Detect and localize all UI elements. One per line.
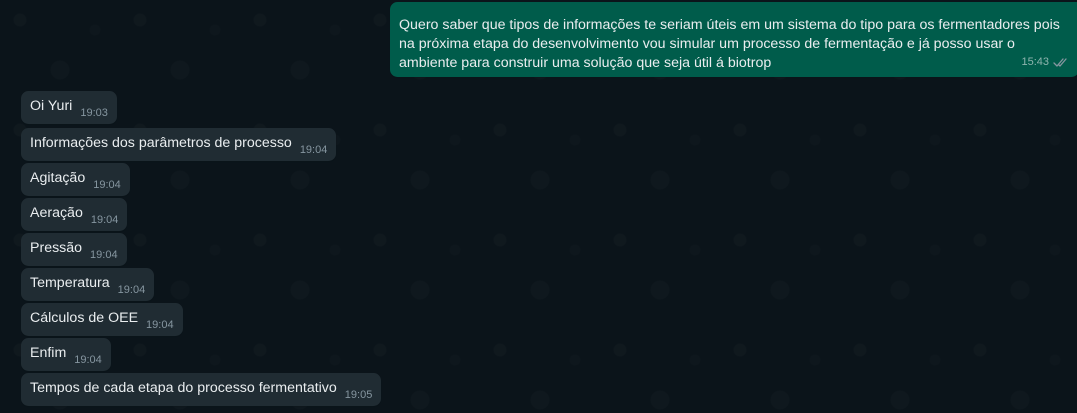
message-time: 19:04 bbox=[90, 249, 118, 261]
incoming-message[interactable]: Aeração 19:04 bbox=[21, 198, 128, 231]
double-check-icon bbox=[1053, 58, 1067, 67]
outgoing-message-time: 15:43 bbox=[1021, 56, 1049, 68]
outgoing-message[interactable]: Quero saber que tipos de informações te … bbox=[390, 2, 1077, 77]
message-time: 19:03 bbox=[80, 107, 108, 119]
incoming-message[interactable]: Oi Yuri 19:03 bbox=[21, 91, 117, 124]
incoming-message[interactable]: Agitação 19:04 bbox=[21, 163, 130, 196]
message-text: Oi Yuri bbox=[30, 98, 73, 114]
message-time: 19:04 bbox=[74, 354, 102, 366]
message-time: 19:04 bbox=[146, 319, 174, 331]
incoming-message[interactable]: Enfim 19:04 bbox=[21, 338, 111, 371]
message-text: Agitação bbox=[30, 170, 86, 186]
message-time: 19:04 bbox=[90, 214, 119, 226]
message-time: 19:04 bbox=[117, 284, 146, 296]
chat-panel: Quero saber que tipos de informações te … bbox=[0, 0, 1077, 413]
message-text: Temperatura bbox=[30, 275, 110, 291]
message-text: Cálculos de OEE bbox=[30, 310, 139, 326]
incoming-message[interactable]: Temperatura 19:04 bbox=[21, 268, 155, 301]
message-text: Tempos de cada etapa do processo ferment… bbox=[30, 380, 337, 396]
incoming-message[interactable]: Pressão 19:04 bbox=[21, 233, 127, 266]
message-text: Pressão bbox=[30, 240, 83, 256]
incoming-message[interactable]: Tempos de cada etapa do processo ferment… bbox=[21, 373, 382, 406]
message-text: Aeração bbox=[30, 205, 83, 221]
message-time: 19:05 bbox=[344, 389, 373, 401]
incoming-message[interactable]: Informações dos parâmetros de processo 1… bbox=[21, 128, 337, 161]
outgoing-message-text: Quero saber que tipos de informações te … bbox=[399, 17, 1060, 71]
message-time: 19:04 bbox=[93, 179, 121, 191]
outgoing-message-meta: 15:43 bbox=[1021, 53, 1069, 72]
message-text: Enfim bbox=[30, 345, 67, 361]
message-text: Informações dos parâmetros de processo bbox=[30, 135, 292, 151]
message-time: 19:04 bbox=[299, 144, 328, 156]
incoming-message[interactable]: Cálculos de OEE 19:04 bbox=[21, 303, 183, 336]
